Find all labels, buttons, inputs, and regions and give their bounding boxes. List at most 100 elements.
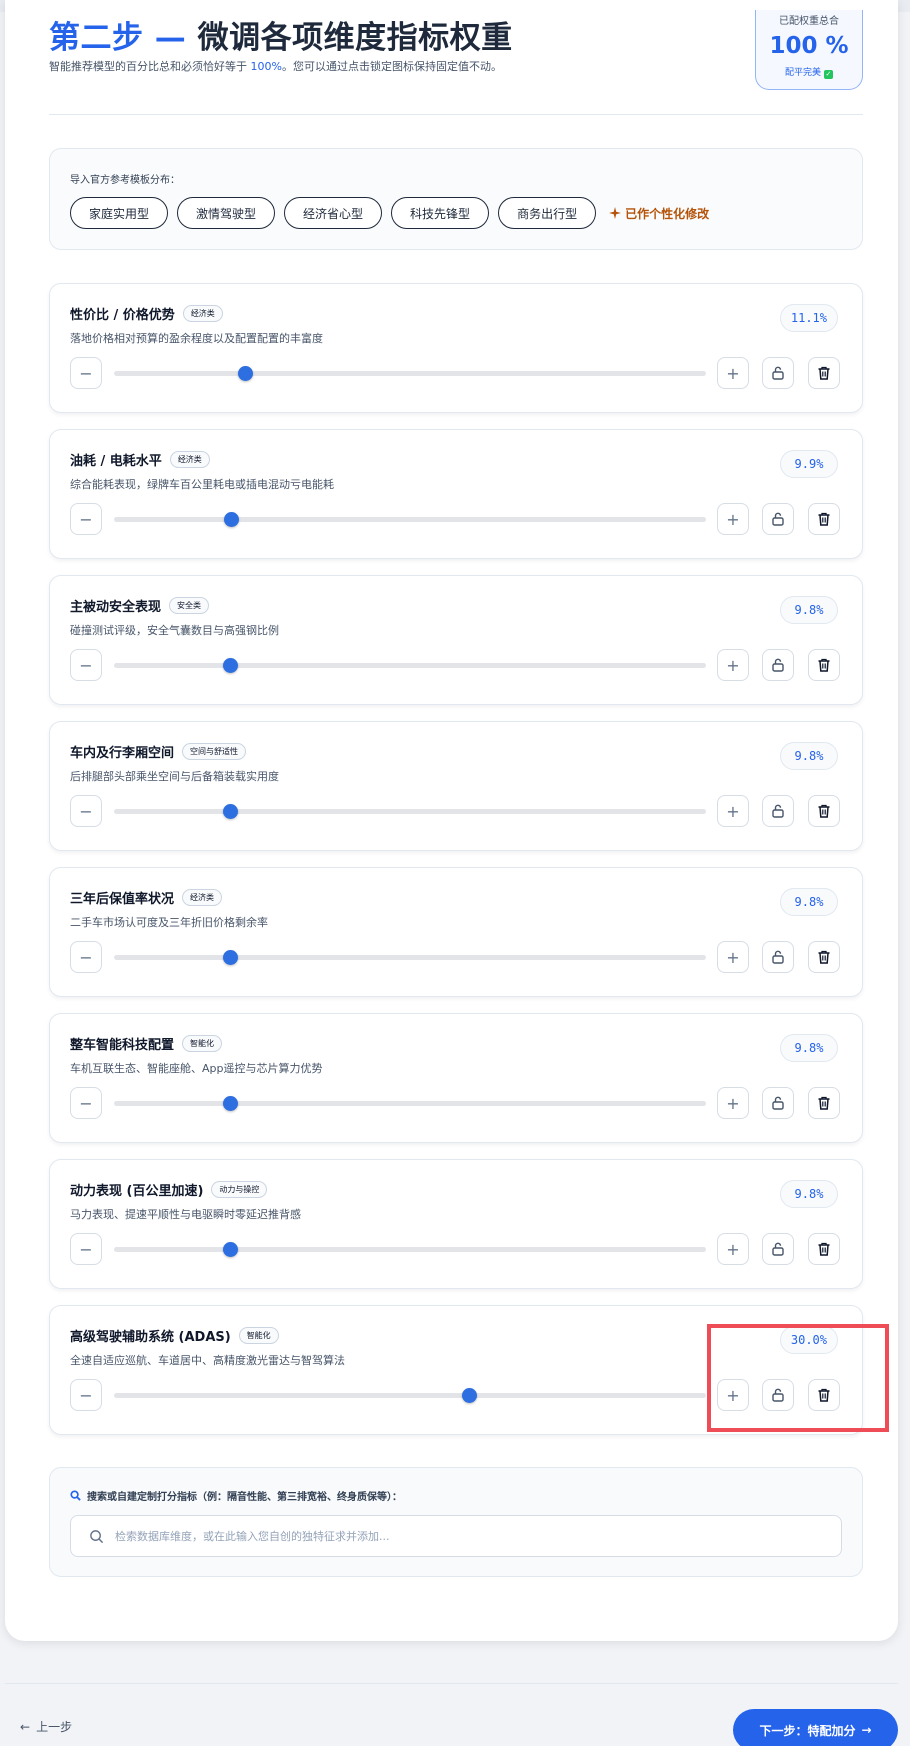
- minus-icon: −: [79, 947, 93, 967]
- lock-button[interactable]: [762, 1087, 794, 1119]
- metric-weight-value[interactable]: 9.8%: [780, 596, 838, 624]
- metric-description: 碰撞测试评级，安全气囊数目与高强钢比例: [70, 624, 279, 637]
- increase-button[interactable]: +: [717, 795, 749, 827]
- metric-header: 高级驾驶辅助系统 (ADAS) 智能化: [70, 1326, 279, 1345]
- delete-button[interactable]: [808, 1233, 840, 1265]
- weight-slider[interactable]: [114, 1388, 706, 1403]
- slider-thumb[interactable]: [223, 658, 238, 673]
- template-chip-business[interactable]: 商务出行型: [498, 197, 597, 229]
- trash-icon: [816, 949, 832, 965]
- search-field: [70, 1515, 842, 1557]
- slider-thumb[interactable]: [223, 950, 238, 965]
- delete-button[interactable]: [808, 357, 840, 389]
- metric-weight-value[interactable]: 9.8%: [780, 742, 838, 770]
- template-chip-family[interactable]: 家庭实用型: [70, 197, 169, 229]
- arrow-right-icon: →: [861, 1723, 872, 1737]
- minus-icon: −: [79, 509, 93, 529]
- slider-thumb[interactable]: [224, 512, 239, 527]
- weight-slider[interactable]: [114, 804, 706, 819]
- minus-icon: −: [79, 801, 93, 821]
- increase-button[interactable]: +: [717, 941, 749, 973]
- metric-weight-value[interactable]: 11.1%: [779, 304, 838, 332]
- page-title: 第二步 — 微调各项维度指标权重: [49, 12, 513, 57]
- slider-thumb[interactable]: [223, 804, 238, 819]
- header-divider: [49, 114, 863, 115]
- magnifier-icon: [70, 1490, 81, 1501]
- lock-button[interactable]: [762, 357, 794, 389]
- delete-button[interactable]: [808, 649, 840, 681]
- plus-icon: +: [726, 801, 740, 821]
- weight-slider[interactable]: [114, 1242, 706, 1257]
- next-button[interactable]: 下一步：特配加分 →: [733, 1709, 898, 1746]
- metric-card: 三年后保值率状况 经济类 二手车市场认可度及三年折旧价格剩余率 9.8% − +: [49, 867, 863, 997]
- metric-weight-value[interactable]: 9.8%: [780, 1034, 838, 1062]
- decrease-button[interactable]: −: [70, 357, 102, 389]
- metric-name: 主被动安全表现: [70, 600, 162, 615]
- decrease-button[interactable]: −: [70, 941, 102, 973]
- increase-button[interactable]: +: [717, 357, 749, 389]
- search-title-text: 搜索或自建定制打分指标（例：隔音性能、第三排宽裕、终身质保等）：: [87, 1492, 402, 1503]
- metric-name: 动力表现 (百公里加速): [70, 1184, 204, 1199]
- delete-button[interactable]: [808, 941, 840, 973]
- lock-button[interactable]: [762, 795, 794, 827]
- decrease-button[interactable]: −: [70, 1087, 102, 1119]
- trash-icon: [816, 365, 832, 381]
- metric-weight-value[interactable]: 9.9%: [780, 450, 838, 478]
- weight-slider[interactable]: [114, 366, 706, 381]
- weight-slider[interactable]: [114, 950, 706, 965]
- title-main: 微调各项维度指标权重: [197, 20, 513, 56]
- weight-slider[interactable]: [114, 512, 706, 527]
- unlock-icon: [770, 1095, 786, 1111]
- delete-button[interactable]: [808, 503, 840, 535]
- minus-icon: −: [79, 363, 93, 383]
- search-input[interactable]: [115, 1516, 815, 1556]
- plus-icon: +: [726, 1093, 740, 1113]
- metric-category-tag: 经济类: [182, 889, 223, 906]
- metric-card: 主被动安全表现 安全类 碰撞测试评级，安全气囊数目与高强钢比例 9.8% − +: [49, 575, 863, 705]
- slider-thumb[interactable]: [462, 1388, 477, 1403]
- template-chip-tech[interactable]: 科技先锋型: [391, 197, 490, 229]
- weight-slider[interactable]: [114, 1096, 706, 1111]
- increase-button[interactable]: +: [717, 1087, 749, 1119]
- slider-thumb[interactable]: [223, 1242, 238, 1257]
- search-icon: [90, 1530, 104, 1544]
- delete-button[interactable]: [808, 1087, 840, 1119]
- decrease-button[interactable]: −: [70, 1233, 102, 1265]
- decrease-button[interactable]: −: [70, 503, 102, 535]
- increase-button[interactable]: +: [717, 649, 749, 681]
- metric-name: 车内及行李厢空间: [70, 746, 175, 761]
- increase-button[interactable]: +: [717, 503, 749, 535]
- metric-weight-value[interactable]: 9.8%: [780, 1180, 838, 1208]
- lock-button[interactable]: [762, 1233, 794, 1265]
- template-chip-sport[interactable]: 激情驾驶型: [177, 197, 276, 229]
- lock-button[interactable]: [762, 649, 794, 681]
- weight-slider[interactable]: [114, 658, 706, 673]
- back-button[interactable]: ← 上一步: [20, 1718, 72, 1735]
- metric-description: 综合能耗表现，绿牌车百公里耗电或插电混动亏电能耗: [70, 478, 334, 491]
- total-label: 已配权重总合: [779, 16, 839, 27]
- lock-button[interactable]: [762, 503, 794, 535]
- metric-category-tag: 动力与操控: [211, 1181, 268, 1198]
- highlight-annotation: [707, 1324, 889, 1432]
- plus-icon: +: [726, 509, 740, 529]
- template-chip-economy[interactable]: 经济省心型: [284, 197, 383, 229]
- metric-header: 性价比 / 价格优势 经济类: [70, 304, 223, 323]
- custom-metric-search: 搜索或自建定制打分指标（例：隔音性能、第三排宽裕、终身质保等）：: [49, 1467, 863, 1577]
- modified-indicator: 已作个性化修改: [609, 205, 709, 222]
- metric-header: 动力表现 (百公里加速) 动力与操控: [70, 1180, 268, 1199]
- lock-button[interactable]: [762, 941, 794, 973]
- template-panel: 导入官方参考模板分布： 家庭实用型 激情驾驶型 经济省心型 科技先锋型 商务出行…: [49, 148, 863, 250]
- metric-card: 车内及行李厢空间 空间与舒适性 后排腿部头部乘坐空间与后备箱装载实用度 9.8% − +: [49, 721, 863, 851]
- subtitle-pct: 100%: [250, 60, 282, 73]
- decrease-button[interactable]: −: [70, 649, 102, 681]
- minus-icon: −: [79, 1093, 93, 1113]
- increase-button[interactable]: +: [717, 1233, 749, 1265]
- metric-weight-value[interactable]: 9.8%: [780, 888, 838, 916]
- decrease-button[interactable]: −: [70, 795, 102, 827]
- decrease-button[interactable]: −: [70, 1379, 102, 1411]
- metric-card: 整车智能科技配置 智能化 车机互联生态、智能座舱、App遥控与芯片算力优势 9.8% −…: [49, 1013, 863, 1143]
- slider-thumb[interactable]: [223, 1096, 238, 1111]
- delete-button[interactable]: [808, 795, 840, 827]
- slider-thumb[interactable]: [238, 366, 253, 381]
- search-title: 搜索或自建定制打分指标（例：隔音性能、第三排宽裕、终身质保等）：: [70, 1488, 402, 1503]
